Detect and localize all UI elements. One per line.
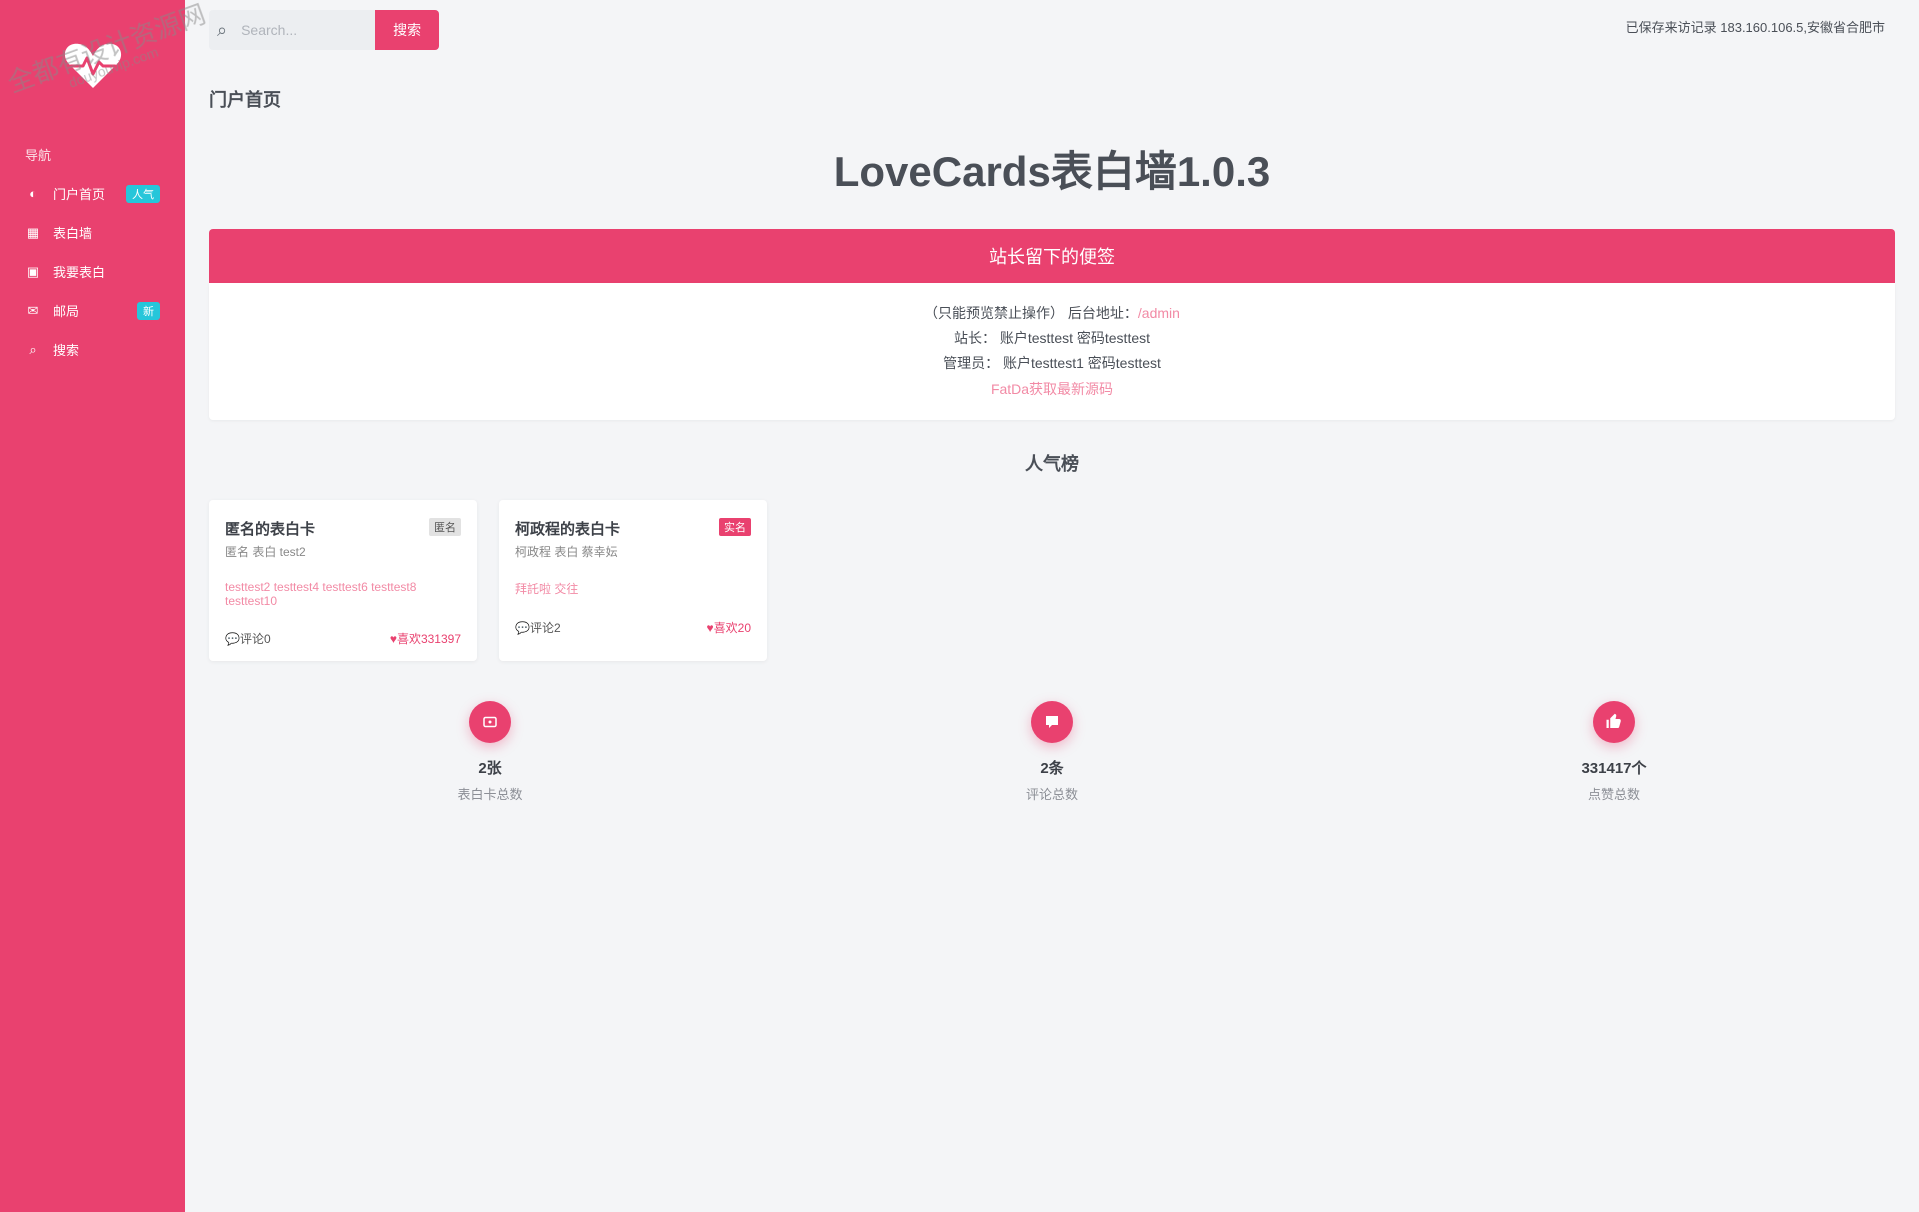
- note-line: 管理员： 账户testtest1 密码testtest: [227, 351, 1877, 376]
- note-title-bar: 站长留下的便签: [209, 229, 1895, 283]
- sidebar-item-label: 搜索: [53, 340, 79, 359]
- stat-label: 表白卡总数: [209, 784, 771, 803]
- card-likes: ♥喜欢20: [707, 619, 751, 636]
- stats-row: 2张 表白卡总数 2条 评论总数 331417个 点赞总数: [209, 701, 1895, 803]
- main: ⌕ 搜索 已保存来访记录 183.160.106.5,安徽省合肥市 门户首页 L…: [185, 0, 1919, 1212]
- stat-label: 点赞总数: [1333, 784, 1895, 803]
- stat-number: 2张: [209, 757, 771, 778]
- sidebar-item-label: 门户首页: [53, 184, 105, 203]
- search-button[interactable]: 搜索: [375, 10, 439, 50]
- card-title: 柯政程的表白卡: [515, 518, 620, 539]
- sidebar-item-search[interactable]: ⌕ 搜索: [0, 330, 185, 369]
- stat-cards: 2张 表白卡总数: [209, 701, 771, 803]
- page-title: LoveCards表白墙1.0.3: [209, 138, 1895, 199]
- card-content: testtest2 testtest4 testtest6 testtest8 …: [225, 580, 461, 608]
- like-stat-icon: [1593, 701, 1635, 743]
- sidebar: 导航 ◐ 门户首页 人气 ▦ 表白墙 ▣ 我要表白 ✉ 邮局 新 ⌕ 搜索: [0, 0, 185, 1212]
- sidebar-item-home[interactable]: ◐ 门户首页 人气: [0, 174, 185, 213]
- card-comments: 💬评论2: [515, 619, 561, 636]
- search-input[interactable]: [235, 12, 375, 48]
- note-body: （只能预览禁止操作） 后台地址：/admin 站长： 账户testtest 密码…: [209, 283, 1895, 420]
- card-title: 匿名的表白卡: [225, 518, 315, 539]
- card-content: 拜託啦 交往: [515, 580, 751, 597]
- search-icon: ⌕: [209, 20, 235, 41]
- card-badge: 匿名: [429, 518, 461, 536]
- card-badge: 实名: [719, 518, 751, 536]
- sidebar-item-wall[interactable]: ▦ 表白墙: [0, 213, 185, 252]
- heart-logo-icon: [63, 40, 123, 90]
- content: 门户首页 LoveCards表白墙1.0.3 站长留下的便签 （只能预览禁止操作…: [185, 56, 1919, 843]
- sidebar-item-mail[interactable]: ✉ 邮局 新: [0, 291, 185, 330]
- wall-icon: ▦: [25, 225, 41, 241]
- comment-icon: 💬: [225, 632, 240, 646]
- confess-icon: ▣: [25, 264, 41, 280]
- love-card[interactable]: 柯政程的表白卡 实名 柯政程 表白 蔡幸妘 拜託啦 交往 💬评论2 ♥喜欢20: [499, 500, 767, 661]
- note-line: 站长： 账户testtest 密码testtest: [227, 326, 1877, 351]
- dashboard-icon: ◐: [25, 186, 41, 202]
- card-subtitle: 柯政程 表白 蔡幸妘: [515, 543, 751, 560]
- comment-icon: 💬: [515, 621, 530, 635]
- breadcrumb: 门户首页: [209, 66, 1895, 138]
- sidebar-item-confess[interactable]: ▣ 我要表白: [0, 252, 185, 291]
- stat-label: 评论总数: [771, 784, 1333, 803]
- love-card[interactable]: 匿名的表白卡 匿名 匿名 表白 test2 testtest2 testtest…: [209, 500, 477, 661]
- sidebar-item-label: 表白墙: [53, 223, 92, 242]
- card-subtitle: 匿名 表白 test2: [225, 543, 461, 560]
- search-icon: ⌕: [25, 342, 41, 358]
- sidebar-item-label: 邮局: [53, 301, 79, 320]
- mail-icon: ✉: [25, 303, 41, 319]
- sidebar-item-label: 我要表白: [53, 262, 105, 281]
- rank-title: 人气榜: [209, 450, 1895, 476]
- search-wrap: ⌕ 搜索: [209, 10, 439, 50]
- note-line: （只能预览禁止操作） 后台地址：/admin: [227, 301, 1877, 326]
- source-link[interactable]: FatDa获取最新源码: [227, 377, 1877, 402]
- sidebar-item-badge: 人气: [126, 185, 160, 203]
- card-stat-icon: [469, 701, 511, 743]
- card-comments: 💬评论0: [225, 630, 271, 647]
- topbar: ⌕ 搜索 已保存来访记录 183.160.106.5,安徽省合肥市: [185, 0, 1919, 56]
- admin-link[interactable]: /admin: [1138, 305, 1180, 321]
- cards-row: 匿名的表白卡 匿名 匿名 表白 test2 testtest2 testtest…: [209, 500, 1895, 661]
- stat-number: 331417个: [1333, 757, 1895, 778]
- stat-number: 2条: [771, 757, 1333, 778]
- visit-record: 已保存来访记录 183.160.106.5,安徽省合肥市: [1626, 17, 1895, 44]
- sidebar-item-badge: 新: [137, 302, 160, 320]
- heart-icon: ♥: [390, 632, 397, 646]
- card-likes: ♥喜欢331397: [390, 630, 461, 647]
- comment-stat-icon: [1031, 701, 1073, 743]
- heart-icon: ♥: [707, 621, 714, 635]
- nav-section-title: 导航: [0, 135, 185, 174]
- stat-likes: 331417个 点赞总数: [1333, 701, 1895, 803]
- stat-comments: 2条 评论总数: [771, 701, 1333, 803]
- logo: [0, 10, 185, 135]
